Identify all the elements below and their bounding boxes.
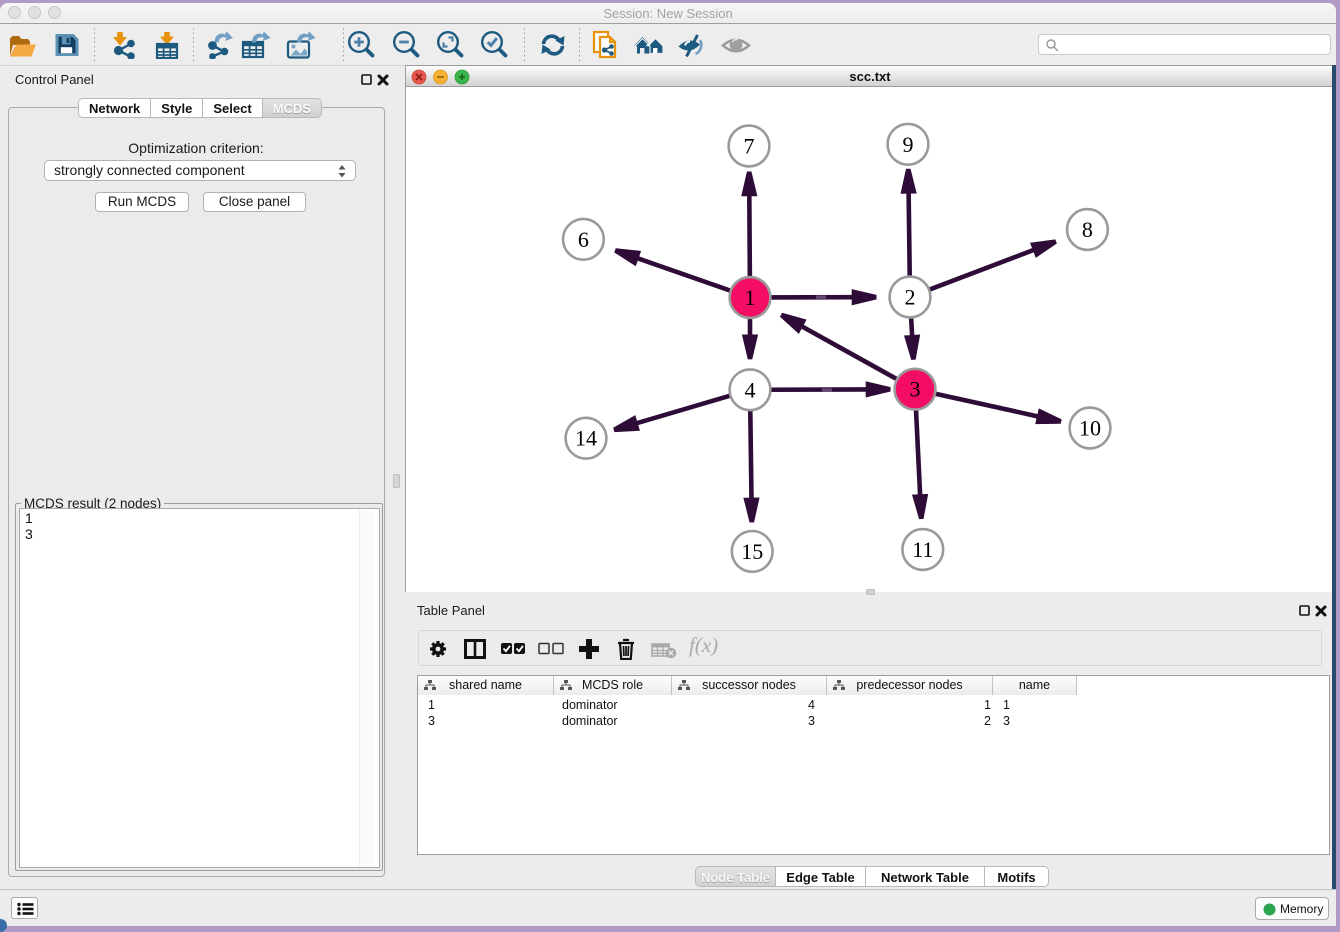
svg-text:4: 4 — [745, 377, 756, 402]
svg-text:14: 14 — [575, 426, 597, 451]
svg-text:15: 15 — [741, 539, 763, 564]
svg-text:6: 6 — [578, 227, 589, 252]
svg-text:10: 10 — [1079, 416, 1101, 441]
svg-text:2: 2 — [905, 285, 916, 310]
svg-text:8: 8 — [1082, 217, 1093, 242]
svg-text:9: 9 — [903, 132, 914, 157]
svg-text:3: 3 — [910, 377, 921, 402]
svg-text:7: 7 — [744, 134, 755, 159]
svg-text:1: 1 — [745, 285, 756, 310]
svg-text:11: 11 — [912, 537, 933, 562]
